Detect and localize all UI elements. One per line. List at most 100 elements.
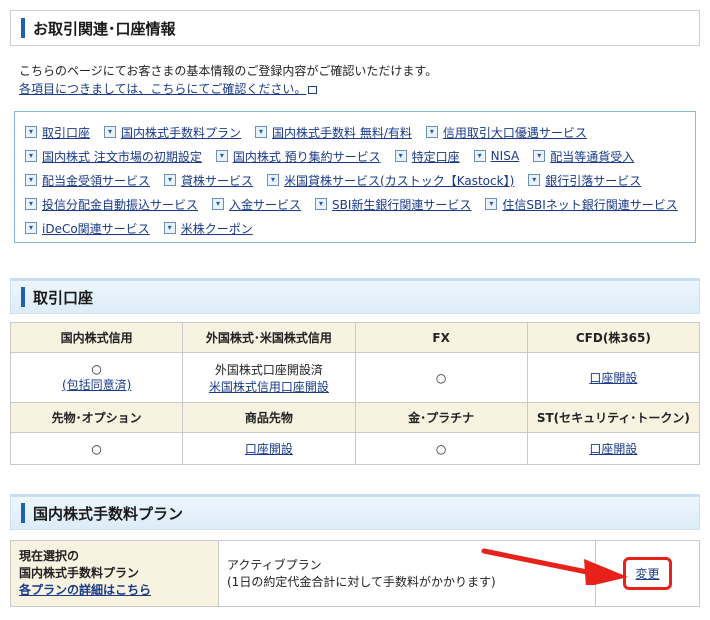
links-row: ▾ 投信分配金自動振込サービス ▾ 入金サービス ▾ SBI新生銀行関連サービス ▾ 住信SB… [25,192,689,216]
section-link-label[interactable]: 住信SBIネット銀行関連サービス [502,196,677,213]
links-row: ▾ 取引口座 ▾ 国内株式手数料プラン ▾ 国内株式手数料 無料/有料 ▾ 信用取引大口優遇サ… [25,120,689,144]
external-window-icon [308,85,318,94]
chevron-down-icon: ▾ [164,174,177,186]
section-link-label[interactable]: 米国貸株サービス(カストック【Kastock】) [284,172,514,189]
section-link-item[interactable]: ▾ 配当等通貨受入 [533,148,634,165]
chevron-down-icon: ▾ [104,126,117,138]
plan-details-link[interactable]: 各プランの詳細はこちら [19,583,151,597]
chevron-down-icon: ▾ [485,198,498,210]
section-link-item[interactable]: ▾ SBI新生銀行関連サービス [315,196,471,213]
col-header: 先物･オプション [9,402,184,433]
chevron-down-icon: ▾ [215,150,228,162]
chevron-down-icon: ▾ [255,126,268,138]
plan-section-header: 国内株式手数料プラン [10,494,700,530]
status-mark: ○ [354,432,528,465]
chevron-down-icon: ▾ [25,126,37,138]
section-link-label[interactable]: 銀行引落サービス [545,172,641,189]
st-open-account-link[interactable]: 口座開設 [589,442,637,456]
section-link-item[interactable]: ▾ 国内株式 注文市場の初期設定 [25,148,202,165]
section-link-item[interactable]: ▾ 信用取引大口優遇サービス [425,124,587,141]
help-link[interactable]: 各項目につきましては、こちらにてご確認ください。 [19,82,306,96]
chevron-down-icon: ▾ [25,222,37,234]
account-section-header: 取引口座 [10,278,700,314]
chevron-down-icon: ▾ [163,222,176,234]
chevron-down-icon: ▾ [212,198,225,210]
account-section-title: 取引口座 [33,288,94,307]
section-accent-bar [21,503,25,523]
section-link-item[interactable]: ▾ 投信分配金自動振込サービス [25,196,198,213]
table-cell: 口座開設 [526,352,701,403]
links-row: ▾ 配当金受領サービス ▾ 貸株サービス ▾ 米国貸株サービス(カストック【Kastock… [25,168,689,192]
section-link-label[interactable]: iDeCo関連サービス [42,220,150,237]
section-link-item[interactable]: ▾ 取引口座 [25,124,90,141]
section-link-label[interactable]: 信用取引大口優遇サービス [443,124,587,141]
chevron-down-icon: ▾ [528,174,541,186]
col-header: 外国株式･米国株式信用 [182,322,356,353]
chevron-down-icon: ▾ [473,150,486,162]
section-link-label[interactable]: 国内株式 預り集約サービス [233,148,381,165]
plan-label-cell: 現在選択の 国内株式手数料プラン 各プランの詳細はこちら [10,540,219,607]
table-cell: 口座開設 [526,432,701,465]
section-link-item[interactable]: ▾ NISA [473,149,520,163]
status-text: 外国株式口座開設済 [214,362,323,377]
section-link-item[interactable]: ▾ 米株クーポン [163,220,253,237]
section-links-box: ▾ 取引口座 ▾ 国内株式手数料プラン ▾ 国内株式手数料 無料/有料 ▾ 信用取引大口優遇サ… [14,111,696,243]
section-link-label[interactable]: 米株クーポン [181,220,253,237]
status-mark: ○ [9,432,184,465]
section-link-item[interactable]: ▾ 住信SBIネット銀行関連サービス [485,196,678,213]
plan-label-line2: 国内株式手数料プラン [19,566,140,580]
section-link-item[interactable]: ▾ 銀行引落サービス [528,172,641,189]
section-link-label[interactable]: 取引口座 [42,124,90,141]
section-link-item[interactable]: ▾ 国内株式 預り集約サービス [215,148,381,165]
section-link-label[interactable]: 貸株サービス [181,172,253,189]
account-table: 国内株式信用 外国株式･米国株式信用 FX CFD(株365) ○ (包括同意済… [9,322,701,465]
us-margin-open-link[interactable]: 米国株式信用口座開設 [209,380,329,394]
chevron-down-icon: ▾ [25,174,37,186]
intro-text: こちらのページにてお客さまの基本情報のご登録内容がご確認いただけます。 各項目に… [19,62,437,98]
section-link-label[interactable]: 入金サービス [229,196,301,213]
section-link-label[interactable]: NISA [491,149,520,163]
col-header: CFD(株365) [526,322,701,353]
chevron-down-icon: ▾ [394,150,407,162]
col-header: FX [354,322,528,353]
section-link-item[interactable]: ▾ iDeCo関連サービス [25,220,150,237]
section-link-label[interactable]: 配当金受領サービス [42,172,150,189]
section-link-label[interactable]: 投信分配金自動振込サービス [42,196,198,213]
section-link-item[interactable]: ▾ 配当金受領サービス [25,172,150,189]
plan-label-line1: 現在選択の [19,549,80,563]
links-row: ▾ 国内株式 注文市場の初期設定 ▾ 国内株式 預り集約サービス ▾ 特定口座 ▾ NISA ▾… [25,144,689,168]
status-mark: ○ [354,352,528,403]
col-header: 国内株式信用 [9,322,184,353]
table-cell: ○ (包括同意済) [9,352,184,403]
chevron-down-icon: ▾ [315,198,328,210]
table-cell: 外国株式口座開設済 米国株式信用口座開設 [182,352,356,403]
section-link-label[interactable]: 配当等通貨受入 [550,148,634,165]
col-header: 金･プラチナ [354,402,528,433]
section-link-item[interactable]: ▾ 特定口座 [394,148,460,165]
section-link-item[interactable]: ▾ 貸株サービス [164,172,253,189]
status-mark: ○ [91,362,102,376]
intro-line: こちらのページにてお客さまの基本情報のご登録内容がご確認いただけます。 [19,64,438,78]
section-link-label[interactable]: 特定口座 [412,148,460,165]
section-link-item[interactable]: ▾ 国内株式手数料プラン [104,124,241,141]
chevron-down-icon: ▾ [25,150,37,162]
section-link-label[interactable]: 国内株式手数料 無料/有料 [272,124,412,141]
section-link-label[interactable]: SBI新生銀行関連サービス [332,196,471,213]
commodity-open-account-link[interactable]: 口座開設 [245,442,293,456]
section-accent-bar [21,287,25,307]
col-header: ST(セキュリティ･トークン) [526,402,701,433]
links-row: ▾ iDeCo関連サービス ▾ 米株クーポン [25,216,689,240]
section-link-item[interactable]: ▾ 国内株式手数料 無料/有料 [255,124,412,141]
red-arrow-icon [481,548,628,585]
page-title: お取引関連･口座情報 [33,19,176,38]
section-link-label[interactable]: 国内株式手数料プラン [121,124,241,141]
section-link-item[interactable]: ▾ 米国貸株サービス(カストック【Kastock】) [267,172,514,189]
section-link-item[interactable]: ▾ 入金サービス [212,196,301,213]
page-header: お取引関連･口座情報 [10,10,700,46]
change-plan-button[interactable]: 変更 [623,557,672,590]
comprehensive-consent-link[interactable]: (包括同意済) [62,378,131,392]
col-header: 商品先物 [182,402,356,433]
cfd-open-account-link[interactable]: 口座開設 [589,371,637,385]
chevron-down-icon: ▾ [533,150,546,162]
section-link-label[interactable]: 国内株式 注文市場の初期設定 [42,148,202,165]
